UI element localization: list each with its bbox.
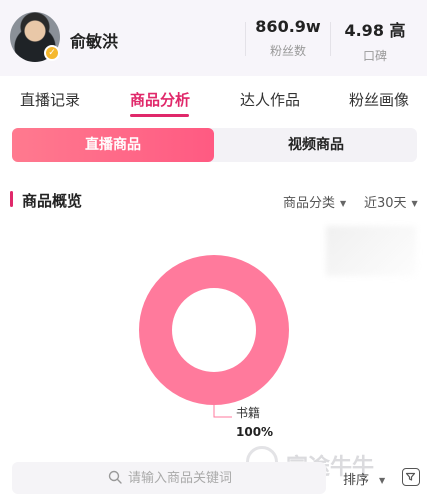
segment-video-products[interactable]: 视频商品 xyxy=(215,128,417,162)
slice-percent-label: 100% xyxy=(236,425,273,439)
donut-slice-0[interactable] xyxy=(139,255,289,405)
stat-value: 4.98 高 xyxy=(344,21,406,40)
tab-creator-works[interactable]: 达人作品 xyxy=(240,89,300,110)
stat-reputation: 4.98 高 口碑 xyxy=(330,17,420,64)
sort-dropdown[interactable]: 排序 ▼ xyxy=(343,469,385,488)
tab-bar: 直播记录 商品分析 达人作品 粉丝画像 xyxy=(0,76,427,122)
product-search-box[interactable] xyxy=(12,462,326,494)
category-filter-label: 商品分类 xyxy=(283,196,336,211)
verified-badge-icon: ✓ xyxy=(44,45,60,61)
stat-fans: 860.9w 粉丝数 xyxy=(243,17,333,59)
slice-label: 书籍 xyxy=(236,405,260,420)
product-category-donut-chart: 书籍 100% xyxy=(139,255,289,439)
sort-label: 排序 xyxy=(343,473,370,488)
category-filter-dropdown[interactable]: 商品分类 ▼ xyxy=(283,192,346,211)
caret-down-icon: ▼ xyxy=(379,476,386,485)
filter-icon[interactable] xyxy=(402,468,420,486)
section-accent-bar xyxy=(10,191,13,207)
period-filter-dropdown[interactable]: 近30天 ▼ xyxy=(364,192,418,211)
stat-value: 860.9w xyxy=(255,17,321,36)
stat-label: 粉丝数 xyxy=(269,44,306,58)
tab-fan-profile[interactable]: 粉丝画像 xyxy=(349,89,409,110)
profile-name: 俞敏洪 xyxy=(70,32,119,51)
product-type-segment: 直播商品 视频商品 xyxy=(12,128,417,162)
section-title: 商品概览 xyxy=(22,192,83,210)
tab-product-analysis[interactable]: 商品分析 xyxy=(130,89,190,110)
active-tab-indicator xyxy=(130,114,189,117)
tab-live-records[interactable]: 直播记录 xyxy=(20,89,80,110)
caret-down-icon: ▼ xyxy=(340,199,347,208)
stat-label: 口碑 xyxy=(362,49,387,63)
period-filter-label: 近30天 xyxy=(364,196,407,211)
profile-header: ✓ 俞敏洪 860.9w 粉丝数 4.98 高 口碑 xyxy=(0,0,427,76)
slice-leader-line xyxy=(213,405,232,418)
search-icon xyxy=(108,470,122,484)
caret-down-icon: ▼ xyxy=(411,199,418,208)
search-input[interactable] xyxy=(128,469,318,487)
segment-live-products[interactable]: 直播商品 xyxy=(12,128,214,162)
